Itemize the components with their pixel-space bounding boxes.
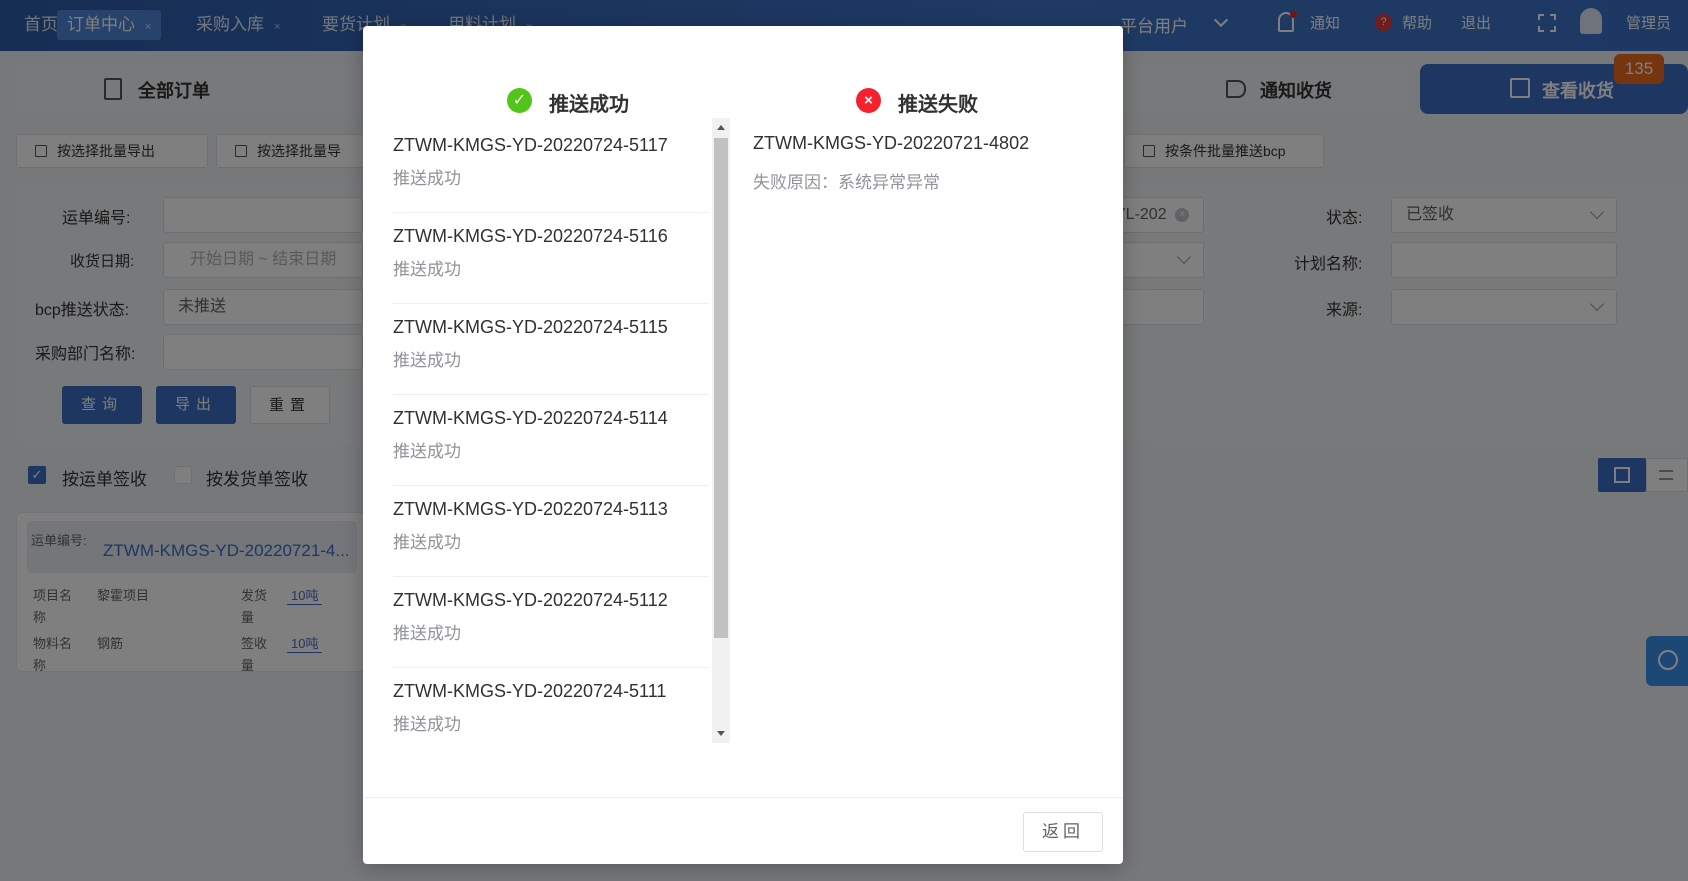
- push-result-dialog: ✓ 推送成功 × 推送失败 ZTWM-KMGS-YD-20220724-5117…: [363, 26, 1123, 864]
- list-item: ZTWM-KMGS-YD-20220724-5116 推送成功: [393, 213, 709, 304]
- success-title: ✓ 推送成功: [507, 88, 629, 117]
- fail-item-code: ZTWM-KMGS-YD-20220721-4802: [753, 133, 1030, 153]
- scroll-down-icon[interactable]: [717, 731, 725, 736]
- list-item: ZTWM-KMGS-YD-20220724-5115 推送成功: [393, 304, 709, 395]
- back-button[interactable]: 返回: [1023, 812, 1103, 852]
- success-list: ZTWM-KMGS-YD-20220724-5117 推送成功 ZTWM-KMGS…: [393, 122, 709, 742]
- scroll-up-icon[interactable]: [717, 125, 725, 130]
- list-item: ZTWM-KMGS-YD-20220724-5117 推送成功: [393, 122, 709, 213]
- scrollbar[interactable]: [712, 118, 730, 743]
- fail-item-reason: 失败原因：系统异常异常: [753, 173, 940, 192]
- check-circle-icon: ✓: [507, 88, 532, 113]
- list-item: ZTWM-KMGS-YD-20220724-5113 推送成功: [393, 486, 709, 577]
- dialog-footer-divider: [363, 797, 1123, 798]
- list-item: ZTWM-KMGS-YD-20220724-5114 推送成功: [393, 395, 709, 486]
- error-circle-icon: ×: [856, 88, 881, 113]
- list-item: ZTWM-KMGS-YD-20220724-5111 推送成功: [393, 681, 667, 734]
- list-item: ZTWM-KMGS-YD-20220724-5112 推送成功: [393, 577, 709, 668]
- fail-title: × 推送失败: [856, 88, 978, 117]
- scroll-thumb[interactable]: [714, 138, 728, 638]
